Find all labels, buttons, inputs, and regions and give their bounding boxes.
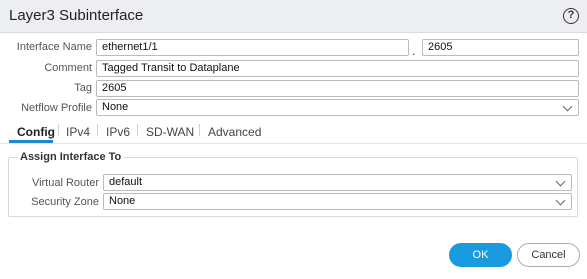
interface-name-field[interactable]: ethernet1/1 — [96, 39, 409, 56]
tab-divider — [199, 124, 200, 136]
assign-interface-legend: Assign Interface To — [17, 151, 125, 163]
help-icon[interactable]: ? — [563, 8, 579, 24]
tab-ipv6[interactable]: IPv6 — [106, 125, 130, 139]
tab-config[interactable]: Config — [17, 125, 55, 139]
netflow-profile-select[interactable]: None — [96, 99, 579, 116]
security-zone-label: Security Zone — [31, 196, 99, 208]
tab-advanced[interactable]: Advanced — [208, 125, 261, 139]
tab-divider — [137, 124, 138, 136]
dialog-title: Layer3 Subinterface — [9, 7, 144, 24]
netflow-profile-value: None — [102, 101, 129, 113]
cancel-button[interactable]: Cancel — [517, 243, 580, 267]
interface-name-label: Interface Name — [16, 41, 92, 53]
ok-button[interactable]: OK — [449, 243, 512, 267]
virtual-router-label: Virtual Router — [31, 177, 99, 189]
interface-separator: . — [412, 44, 416, 58]
subinterface-number-field[interactable]: 2605 — [422, 39, 579, 56]
security-zone-value: None — [109, 195, 136, 207]
comment-label: Comment — [44, 62, 92, 74]
virtual-router-select[interactable]: default — [103, 174, 572, 191]
chevron-down-icon — [555, 176, 566, 187]
tag-field[interactable]: 2605 — [96, 80, 579, 97]
chevron-down-icon — [555, 195, 566, 206]
chevron-down-icon — [562, 101, 573, 112]
netflow-profile-label: Netflow Profile — [21, 102, 92, 114]
tab-divider — [97, 124, 98, 136]
dialog-titlebar: Layer3 Subinterface ? — [0, 0, 587, 33]
security-zone-select[interactable]: None — [103, 193, 572, 210]
tag-label: Tag — [74, 82, 92, 94]
virtual-router-value: default — [109, 176, 143, 188]
tab-ipv4[interactable]: IPv4 — [66, 125, 90, 139]
tab-bar-divider — [0, 143, 587, 144]
comment-field[interactable]: Tagged Transit to Dataplane — [96, 60, 579, 77]
tab-divider — [58, 124, 59, 136]
tab-sd-wan[interactable]: SD-WAN — [146, 125, 194, 139]
